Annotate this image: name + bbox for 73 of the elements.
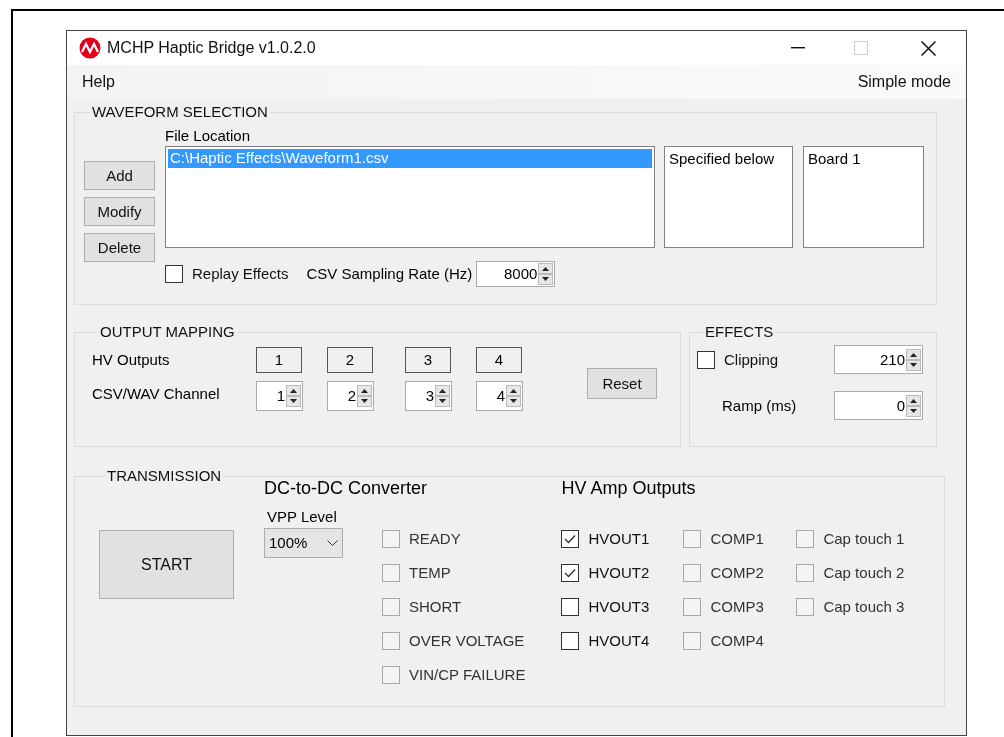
checkbox-label: COMP1 [710,530,764,548]
row-label: HV Outputs [92,350,171,370]
group-title: TRANSMISSION [106,467,223,485]
checkbox-label: HVOUT2 [588,564,650,582]
chevron-down-icon [327,540,338,546]
checkbox-label: HVOUT3 [588,598,650,616]
spinner-arrows-icon[interactable] [906,348,921,371]
output-number: 2 [327,347,373,373]
logo-icon [79,37,101,59]
action-button[interactable]: Add [84,161,155,190]
checkbox-label: COMP4 [710,632,764,650]
checkbox-label: HVOUT1 [588,530,650,548]
vpp-dropdown[interactable]: 100% [264,528,343,558]
field-label: Ramp (ms) [722,396,797,415]
spinner-arrows-icon[interactable] [506,385,521,407]
output-checkbox[interactable] [561,530,580,548]
checkbox-label: COMP3 [710,598,764,616]
channel-field[interactable]: 2 [327,381,374,411]
checkbox-label: Cap touch 1 [823,530,905,548]
ramp-field[interactable]: 0 [834,391,923,420]
output-checkbox[interactable] [561,632,580,650]
group-title: OUTPUT MAPPING [99,323,236,341]
checkbox-label: COMP2 [710,564,764,582]
output-number: 3 [405,347,451,373]
channel-field[interactable]: 3 [405,381,452,411]
close-icon[interactable] [921,40,936,56]
minimize-icon[interactable] [791,47,805,49]
output-number: 4 [476,347,522,373]
section-title: HV Amp Outputs [561,477,697,499]
checkbox-label: TEMP [409,564,451,582]
output-number: 1 [256,347,302,373]
checkbox-label: VIN/CP FAILURE [409,666,526,684]
group-title: EFFECTS [704,323,775,341]
spinner-arrows-icon[interactable] [906,394,921,417]
field-label: File Location [165,127,252,145]
menu-item[interactable]: Help [82,73,115,91]
field-label: CSV Sampling Rate (Hz) [306,265,473,283]
checkmark-icon [564,534,577,544]
spinner-arrows-icon[interactable] [357,385,372,407]
output-checkbox[interactable] [561,598,580,616]
output-checkbox[interactable] [561,564,580,582]
clipping-checkbox[interactable] [697,350,715,369]
list-item[interactable]: Specified below [669,150,788,168]
checkmark-icon [564,568,577,578]
action-button[interactable]: Delete [84,233,155,262]
spinner-arrows-icon[interactable] [538,263,554,285]
checkbox-label: OVER VOLTAGE [409,632,525,650]
spinner-arrows-icon[interactable] [286,385,301,407]
checkbox-label: Cap touch 2 [823,564,905,582]
field-label: VPP Level [267,508,338,526]
checkbox-label: HVOUT4 [588,632,650,650]
start-button[interactable]: START [99,530,234,599]
checkbox-label: SHORT [409,598,462,616]
spinner-arrows-icon[interactable] [435,385,450,407]
clipping-field[interactable]: 210 [834,345,923,374]
checkbox-label: READY [409,530,461,548]
row-label: CSV/WAV Channel [92,384,221,404]
window-title: MCHP Haptic Bridge v1.0.2.0 [107,39,316,57]
group-title: WAVEFORM SELECTION [91,103,269,121]
list-box[interactable]: Board 1 [803,146,924,248]
list-box[interactable]: Specified below [664,146,793,248]
menu-item[interactable]: Simple mode [857,73,951,91]
checkbox-label: Cap touch 3 [823,598,905,616]
channel-field[interactable]: 4 [476,381,523,411]
checkbox-label: Clipping [724,350,779,369]
action-button[interactable]: Modify [84,197,155,226]
sampling-rate-field[interactable]: 8000 [476,261,556,287]
replay-checkbox[interactable] [165,265,183,283]
section-title: DC-to-DC Converter [264,477,429,499]
list-item[interactable]: Board 1 [808,150,919,168]
channel-field[interactable]: 1 [256,381,303,411]
checkbox-label: Replay Effects [192,265,289,283]
reset-button[interactable]: Reset [587,368,657,399]
